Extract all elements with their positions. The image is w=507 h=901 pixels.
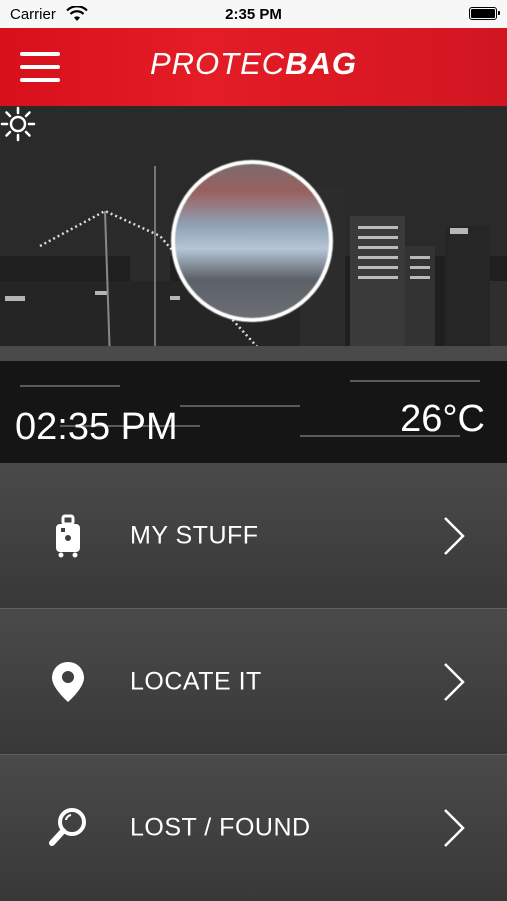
status-time: 2:35 PM — [225, 6, 282, 23]
sun-icon — [0, 106, 36, 142]
menu-label-lost-found: LOST / FOUND — [130, 813, 311, 842]
user-avatar[interactable] — [171, 160, 333, 322]
chevron-right-icon — [444, 809, 465, 847]
menu-item-my-stuff[interactable]: MY STUFF — [0, 463, 507, 609]
current-time: 02:35 PM — [15, 406, 178, 448]
chevron-right-icon — [444, 662, 465, 701]
menu-label-my-stuff: MY STUFF — [130, 521, 259, 549]
location-pin-icon — [52, 661, 84, 702]
logo-part2: BAG — [285, 46, 358, 81]
app-header: PROTECBAG — [0, 28, 507, 106]
battery-icon — [469, 7, 500, 20]
main-menu: MY STUFF LOCATE IT LOST / FOUND — [0, 463, 507, 901]
status-bar: Carrier 2:35 PM — [0, 0, 507, 28]
chevron-right-icon — [444, 516, 465, 555]
app-logo: PROTECBAG — [0, 46, 507, 82]
logo-part1: PROTEC — [149, 46, 286, 81]
magnifier-icon — [49, 808, 86, 846]
menu-label-locate-it: LOCATE IT — [130, 667, 262, 695]
hero-banner: 02:35 PM 26°C — [0, 106, 507, 463]
temperature: 26°C — [400, 398, 485, 440]
menu-item-lost-found[interactable]: LOST / FOUND — [0, 755, 507, 901]
luggage-icon — [56, 514, 80, 557]
menu-item-locate-it[interactable]: LOCATE IT — [0, 609, 507, 755]
